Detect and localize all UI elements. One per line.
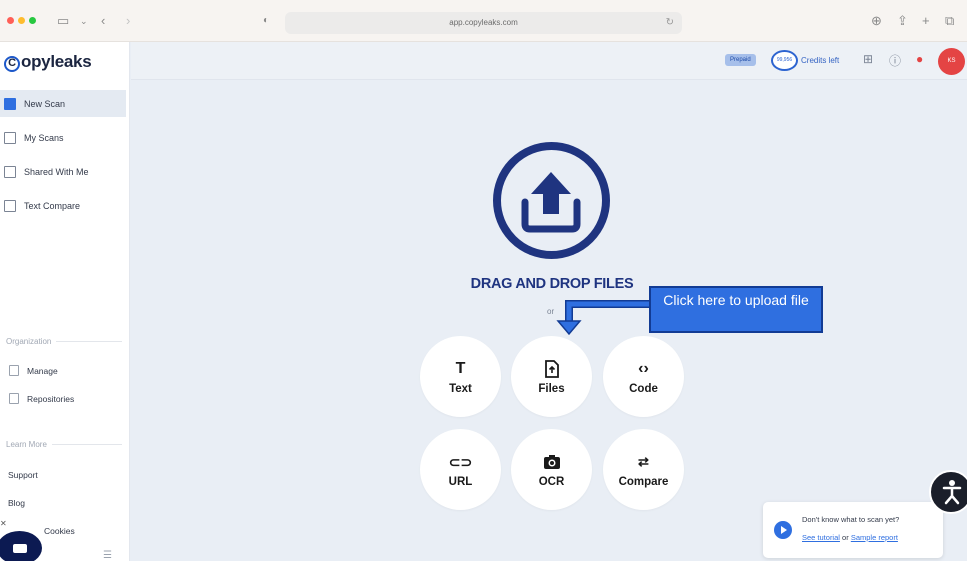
- camera-icon: [543, 452, 561, 472]
- sidebar-item-new-scan[interactable]: New Scan: [0, 90, 126, 117]
- option-label: OCR: [538, 475, 565, 488]
- text-icon: T: [455, 359, 466, 377]
- accessibility-button[interactable]: [929, 470, 967, 514]
- cookies-link[interactable]: Cookies: [44, 526, 75, 536]
- toast-question: Don't know what to scan yet?: [802, 515, 900, 524]
- repository-icon: [9, 393, 19, 404]
- toast-links: See tutorial or Sample report: [802, 533, 898, 542]
- code-icon: ‹›: [638, 359, 649, 377]
- credits-ring[interactable]: 99,956: [771, 50, 798, 71]
- sidebar-item-shared-with-me[interactable]: Shared With Me: [0, 158, 126, 185]
- logo-text: opyleaks: [21, 52, 92, 71]
- share-icon[interactable]: ⇪: [897, 12, 908, 30]
- support-link[interactable]: Support: [8, 470, 38, 480]
- browser-toolbar: ▭ ⌄ ‹ › ◐ app.copyleaks.com ↻ ⊕ ⇪ + ⧉: [0, 0, 967, 42]
- url-option-button[interactable]: ⊂⊃ URL: [420, 429, 501, 510]
- window-controls: [7, 17, 36, 24]
- maximize-window-button[interactable]: [29, 17, 36, 24]
- collapse-sidebar-icon[interactable]: ☰: [103, 550, 112, 561]
- sidebar-item-my-scans[interactable]: My Scans: [0, 124, 126, 151]
- sidebar-item-manage[interactable]: Manage: [9, 365, 58, 376]
- folder-icon: [4, 131, 16, 144]
- or-separator: or: [547, 307, 555, 316]
- option-label: Text: [449, 382, 472, 395]
- upload-drop-zone[interactable]: [493, 142, 610, 259]
- minimize-window-button[interactable]: [18, 17, 25, 24]
- sidebar-item-label: Manage: [27, 365, 58, 376]
- play-icon[interactable]: [774, 521, 792, 539]
- compare-option-button[interactable]: ⇄ Compare: [603, 429, 684, 510]
- manage-icon: [9, 365, 19, 376]
- new-tab-icon[interactable]: +: [922, 12, 930, 30]
- ocr-option-button[interactable]: OCR: [511, 429, 592, 510]
- code-option-button[interactable]: ‹› Code: [603, 336, 684, 417]
- option-label: Code: [629, 382, 658, 395]
- sample-report-link[interactable]: Sample report: [851, 533, 898, 542]
- apps-grid-icon[interactable]: ⊞: [863, 52, 873, 66]
- download-icon[interactable]: ⊕: [871, 12, 882, 30]
- plan-badge: Prepaid: [725, 54, 756, 66]
- file-upload-icon: [544, 359, 559, 379]
- privacy-shield-icon[interactable]: ◐: [263, 12, 269, 30]
- sidebar-item-text-compare[interactable]: Text Compare: [0, 192, 126, 219]
- link-icon: ⊂⊃: [448, 453, 473, 470]
- sidebar-item-repositories[interactable]: Repositories: [9, 393, 74, 404]
- callout-arrow: [556, 300, 651, 336]
- app-header: Prepaid 99,956 Credits left ⊞ ⓘ ● KS: [131, 42, 967, 80]
- shared-folder-icon: [4, 165, 16, 178]
- sidebar: Copyleaks New Scan My Scans Shared With …: [0, 42, 130, 561]
- compare-arrows-icon: ⇄: [638, 453, 649, 469]
- new-scan-icon: [4, 97, 16, 110]
- accessibility-icon: [942, 480, 962, 505]
- forward-icon[interactable]: ›: [126, 12, 130, 30]
- chevron-down-icon[interactable]: ⌄: [80, 12, 88, 30]
- user-avatar[interactable]: KS: [938, 48, 965, 75]
- reload-icon[interactable]: ↻: [666, 12, 674, 34]
- organization-section-header: Organization: [6, 337, 122, 346]
- learn-more-section-header: Learn More: [6, 440, 122, 449]
- blog-link[interactable]: Blog: [8, 498, 25, 508]
- files-option-button[interactable]: Files: [511, 336, 592, 417]
- option-label: Compare: [618, 475, 669, 488]
- copyleaks-logo[interactable]: Copyleaks: [4, 52, 92, 72]
- close-window-button[interactable]: [7, 17, 14, 24]
- sidebar-item-label: Repositories: [27, 393, 75, 404]
- sidebar-item-label: New Scan: [24, 98, 66, 109]
- back-icon[interactable]: ‹: [101, 12, 105, 30]
- logo-mark: C: [4, 56, 20, 72]
- sidebar-toggle-icon[interactable]: ▭: [57, 12, 69, 30]
- tab-overview-icon[interactable]: ⧉: [945, 12, 954, 30]
- close-chat-icon[interactable]: ✕: [0, 519, 7, 528]
- option-label: Files: [538, 382, 565, 395]
- compare-icon: [4, 199, 16, 212]
- upload-hint-callout: Click here to upload file: [649, 286, 823, 333]
- drag-drop-title: DRAG AND DROP FILES: [470, 276, 634, 292]
- help-icon[interactable]: ⓘ: [889, 52, 901, 69]
- credits-left-label[interactable]: Credits left: [801, 56, 839, 65]
- tutorial-toast: Don't know what to scan yet? See tutoria…: [763, 502, 943, 558]
- sidebar-item-label: Text Compare: [24, 200, 81, 211]
- sidebar-item-label: My Scans: [24, 132, 64, 143]
- toast-or: or: [842, 533, 849, 542]
- text-option-button[interactable]: T Text: [420, 336, 501, 417]
- notification-icon[interactable]: ●: [916, 52, 923, 66]
- sidebar-item-label: Shared With Me: [24, 166, 89, 177]
- option-label: URL: [448, 475, 473, 488]
- chat-widget-button[interactable]: [0, 531, 42, 561]
- upload-icon: [521, 172, 581, 233]
- address-bar[interactable]: app.copyleaks.com ↻: [285, 12, 682, 34]
- see-tutorial-link[interactable]: See tutorial: [802, 533, 840, 542]
- url-text: app.copyleaks.com: [449, 18, 518, 27]
